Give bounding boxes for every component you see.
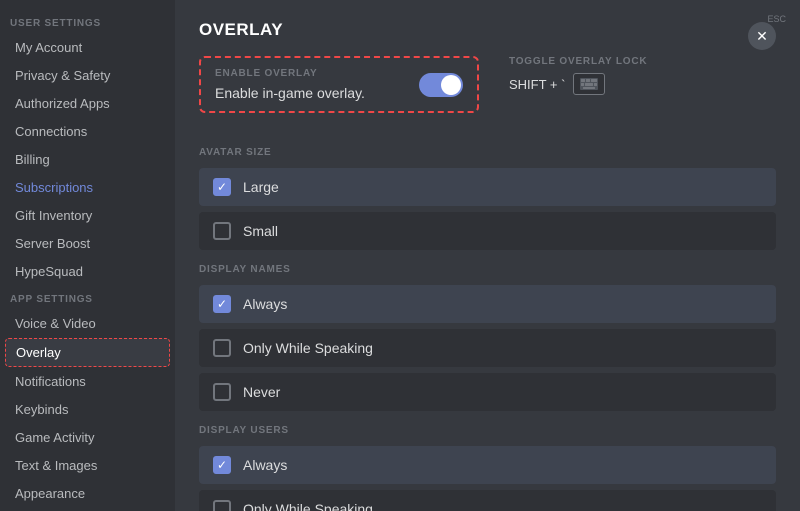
user-settings-label: USER SETTINGS xyxy=(0,10,175,33)
close-button[interactable]: ✕ xyxy=(748,22,776,50)
display-users-always-row[interactable]: Always xyxy=(199,446,776,484)
enable-overlay-box: ENABLE OVERLAY Enable in-game overlay. xyxy=(199,56,479,113)
display-names-speaking-checkbox[interactable] xyxy=(213,339,231,357)
display-users-always-checkbox[interactable] xyxy=(213,456,231,474)
main-content: ✕ ESC OVERLAY ENABLE OVERLAY Enable in-g… xyxy=(175,0,800,511)
close-button-group: ✕ ESC xyxy=(767,12,786,24)
sidebar-item-voice-video[interactable]: Voice & Video xyxy=(5,310,170,337)
avatar-large-checkbox[interactable] xyxy=(213,178,231,196)
avatar-large-label: Large xyxy=(243,179,279,195)
toggle-knob xyxy=(441,75,461,95)
sidebar-item-text-images[interactable]: Text & Images xyxy=(5,452,170,479)
display-names-label: DISPLAY NAMES xyxy=(199,264,776,275)
sidebar-item-overlay[interactable]: Overlay xyxy=(5,338,170,367)
avatar-large-row[interactable]: Large xyxy=(199,168,776,206)
enable-overlay-text: Enable in-game overlay. xyxy=(215,85,365,101)
display-users-label: DISPLAY USERS xyxy=(199,425,776,436)
enable-overlay-toggle[interactable] xyxy=(419,73,463,97)
esc-label: ESC xyxy=(767,14,786,24)
sidebar-item-billing[interactable]: Billing xyxy=(5,146,170,173)
toggle-lock-value: SHIFT + ` xyxy=(509,73,647,95)
display-users-speaking-row[interactable]: Only While Speaking xyxy=(199,490,776,511)
sidebar-item-hypesquad[interactable]: HypeSquad xyxy=(5,258,170,285)
display-names-always-row[interactable]: Always xyxy=(199,285,776,323)
display-users-always-label: Always xyxy=(243,457,287,473)
toggle-lock-shortcut: SHIFT + ` xyxy=(509,77,565,92)
display-names-speaking-label: Only While Speaking xyxy=(243,340,373,356)
sidebar-item-gift-inventory[interactable]: Gift Inventory xyxy=(5,202,170,229)
keyboard-icon xyxy=(573,73,605,95)
display-names-never-row[interactable]: Never xyxy=(199,373,776,411)
sidebar-item-privacy-safety[interactable]: Privacy & Safety xyxy=(5,62,170,89)
display-names-always-checkbox[interactable] xyxy=(213,295,231,313)
sidebar-item-authorized-apps[interactable]: Authorized Apps xyxy=(5,90,170,117)
sidebar-item-notifications[interactable]: Notifications xyxy=(5,368,170,395)
sidebar-item-server-boost[interactable]: Server Boost xyxy=(5,230,170,257)
sidebar: USER SETTINGS My Account Privacy & Safet… xyxy=(0,0,175,511)
avatar-size-label: AVATAR SIZE xyxy=(199,147,776,158)
display-names-always-label: Always xyxy=(243,296,287,312)
avatar-small-checkbox[interactable] xyxy=(213,222,231,240)
display-users-speaking-checkbox[interactable] xyxy=(213,500,231,511)
display-names-never-label: Never xyxy=(243,384,280,400)
toggle-lock-label: TOGGLE OVERLAY LOCK xyxy=(509,56,647,67)
enable-overlay-section-label: ENABLE OVERLAY xyxy=(215,68,365,79)
sidebar-item-game-activity[interactable]: Game Activity xyxy=(5,424,170,451)
avatar-small-row[interactable]: Small xyxy=(199,212,776,250)
display-names-never-checkbox[interactable] xyxy=(213,383,231,401)
sidebar-item-connections[interactable]: Connections xyxy=(5,118,170,145)
sidebar-item-my-account[interactable]: My Account xyxy=(5,34,170,61)
display-names-speaking-row[interactable]: Only While Speaking xyxy=(199,329,776,367)
sidebar-item-keybinds[interactable]: Keybinds xyxy=(5,396,170,423)
display-users-speaking-label: Only While Speaking xyxy=(243,501,373,511)
sidebar-item-appearance[interactable]: Appearance xyxy=(5,480,170,507)
sidebar-item-subscriptions[interactable]: Subscriptions xyxy=(5,174,170,201)
page-title: OVERLAY xyxy=(199,20,776,40)
toggle-lock-section: TOGGLE OVERLAY LOCK SHIFT + ` xyxy=(509,56,647,95)
app-settings-label: APP SETTINGS xyxy=(0,286,175,309)
avatar-small-label: Small xyxy=(243,223,278,239)
